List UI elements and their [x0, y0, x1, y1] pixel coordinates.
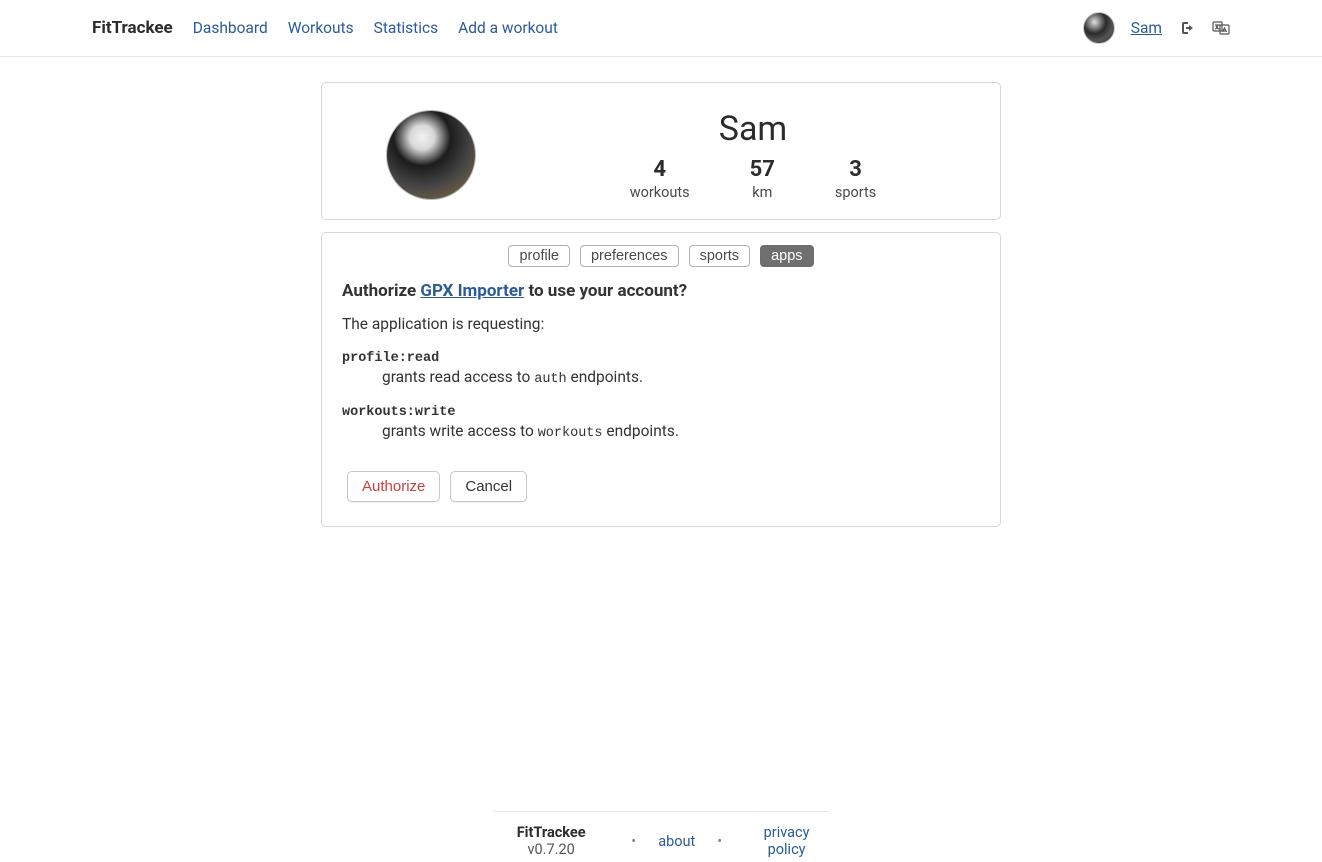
scope-workouts-write: workouts:write grants write access to wo… — [342, 405, 980, 441]
stat-km: 57 km — [750, 157, 775, 201]
footer-dot: • — [631, 833, 636, 850]
tabs: profile preferences sports apps — [342, 245, 980, 267]
nav-workouts[interactable]: Workouts — [288, 19, 354, 37]
tab-preferences[interactable]: preferences — [580, 245, 679, 267]
authorize-suffix: to use your account? — [524, 281, 687, 301]
scope-name: workouts:write — [342, 405, 980, 420]
stat-value: 57 — [750, 157, 775, 182]
stat-sports: 3 sports — [835, 157, 876, 201]
profile-name: Sam — [536, 109, 970, 149]
username-link[interactable]: Sam — [1131, 19, 1162, 37]
app-name-link[interactable]: GPX Importer — [420, 281, 524, 301]
apps-card: profile preferences sports apps Authoriz… — [321, 232, 1001, 527]
scope-desc: grants read access to auth endpoints. — [382, 368, 980, 387]
scope-desc: grants write access to workouts endpoint… — [382, 422, 980, 441]
stat-label: workouts — [630, 184, 690, 201]
profile-card: Sam 4 workouts 57 km 3 sports — [321, 82, 1001, 220]
profile-info: Sam 4 workouts 57 km 3 sports — [536, 109, 970, 201]
avatar-large — [386, 110, 476, 200]
stat-label: km — [750, 184, 775, 201]
tab-profile[interactable]: profile — [508, 245, 570, 267]
scope-profile-read: profile:read grants read access to auth … — [342, 351, 980, 387]
language-icon[interactable] — [1212, 20, 1230, 36]
profile-stats: 4 workouts 57 km 3 sports — [536, 157, 970, 201]
authorize-intro: The application is requesting: — [342, 315, 980, 333]
authorize-heading: Authorize GPX Importer to use your accou… — [342, 281, 980, 301]
authorize-button[interactable]: Authorize — [347, 471, 440, 502]
stat-workouts: 4 workouts — [630, 157, 690, 201]
footer-brand: FitTrackee v0.7.20 — [493, 824, 609, 858]
button-row: Authorize Cancel — [347, 471, 980, 502]
stat-value: 3 — [835, 157, 876, 182]
footer-inner: FitTrackee v0.7.20 • about • privacy pol… — [493, 811, 829, 858]
scope-name: profile:read — [342, 351, 980, 366]
tab-sports[interactable]: sports — [689, 245, 751, 267]
tab-apps[interactable]: apps — [760, 245, 813, 267]
nav-dashboard[interactable]: Dashboard — [193, 19, 268, 37]
nav-add-workout[interactable]: Add a workout — [458, 19, 558, 37]
nav-statistics[interactable]: Statistics — [374, 19, 439, 37]
footer-dot: • — [717, 833, 722, 850]
footer: FitTrackee v0.7.20 • about • privacy pol… — [0, 797, 1322, 862]
stat-label: sports — [835, 184, 876, 201]
topbar: FitTrackee Dashboard Workouts Statistics… — [0, 0, 1322, 57]
avatar-small[interactable] — [1083, 12, 1115, 44]
brand[interactable]: FitTrackee — [92, 18, 173, 38]
footer-privacy[interactable]: privacy policy — [744, 824, 829, 858]
cancel-button[interactable]: Cancel — [450, 471, 527, 502]
logout-icon[interactable] — [1178, 20, 1196, 36]
authorize-prefix: Authorize — [342, 281, 420, 301]
stat-value: 4 — [630, 157, 690, 182]
topbar-left: FitTrackee Dashboard Workouts Statistics… — [92, 18, 558, 38]
footer-about[interactable]: about — [658, 833, 695, 850]
topbar-right: Sam — [1083, 12, 1230, 44]
main-container: Sam 4 workouts 57 km 3 sports profile pr… — [321, 82, 1001, 527]
